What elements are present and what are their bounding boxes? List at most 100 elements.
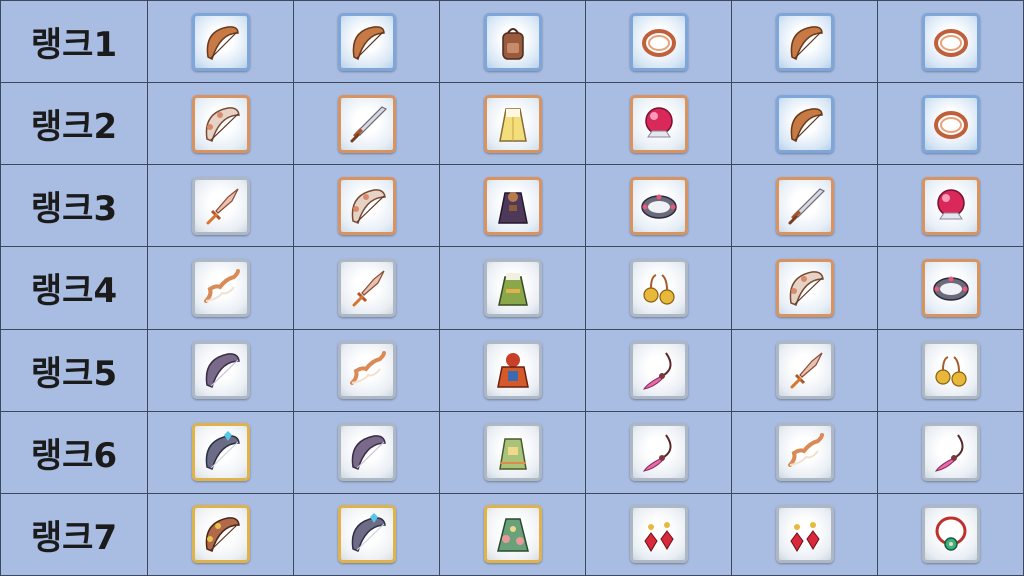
- equipment-slot[interactable]: [337, 423, 396, 482]
- equipment-cell: [878, 165, 1024, 248]
- equipment-slot[interactable]: [483, 423, 542, 482]
- equipment-cell: [294, 165, 440, 248]
- bracelet-icon: [928, 19, 974, 65]
- equipment-slot[interactable]: [483, 12, 542, 71]
- red-armor-icon: [490, 347, 536, 393]
- equipment-cell: [732, 1, 878, 84]
- equipment-cell: [878, 493, 1024, 576]
- equipment-slot[interactable]: [921, 341, 980, 400]
- equipment-slot[interactable]: [921, 505, 980, 564]
- rank-label-cell: 랭크7: [1, 493, 148, 576]
- equipment-cell: [732, 83, 878, 166]
- equipment-cell: [878, 247, 1024, 330]
- equipment-slot[interactable]: [921, 12, 980, 71]
- bow-icon: [344, 19, 390, 65]
- equipment-cell: [878, 83, 1024, 166]
- equipment-slot[interactable]: [629, 341, 688, 400]
- equipment-cell: [148, 83, 294, 166]
- bracelet-icon: [636, 19, 682, 65]
- rank-label: 랭크2: [30, 107, 118, 148]
- jeweled-bangle-icon: [636, 183, 682, 229]
- equipment-slot[interactable]: [337, 94, 396, 153]
- equipment-slot[interactable]: [921, 423, 980, 482]
- equipment-slot[interactable]: [629, 94, 688, 153]
- equipment-slot[interactable]: [483, 176, 542, 235]
- equipment-slot[interactable]: [483, 258, 542, 317]
- equipment-cell: [148, 329, 294, 412]
- rank-label: 랭크5: [30, 353, 118, 394]
- equipment-slot[interactable]: [337, 341, 396, 400]
- equipment-slot[interactable]: [921, 176, 980, 235]
- equipment-slot[interactable]: [629, 176, 688, 235]
- equipment-cell: [440, 329, 586, 412]
- equipment-slot[interactable]: [337, 258, 396, 317]
- equipment-cell: [440, 411, 586, 494]
- equipment-slot[interactable]: [775, 423, 834, 482]
- equipment-cell: [148, 1, 294, 84]
- equipment-slot[interactable]: [483, 505, 542, 564]
- rank-label-cell: 랭크3: [1, 165, 148, 248]
- equipment-cell: [586, 329, 732, 412]
- equipment-slot[interactable]: [775, 176, 834, 235]
- equipment-slot[interactable]: [483, 94, 542, 153]
- equipment-slot[interactable]: [629, 423, 688, 482]
- feather-pendant-icon: [636, 347, 682, 393]
- equipment-slot[interactable]: [191, 423, 250, 482]
- gold-earrings-icon: [928, 347, 974, 393]
- rank-label-cell: 랭크5: [1, 329, 148, 412]
- recurve-bow-icon: [198, 265, 244, 311]
- equipment-slot[interactable]: [483, 341, 542, 400]
- equipment-slot[interactable]: [191, 505, 250, 564]
- equipment-slot[interactable]: [629, 505, 688, 564]
- ornate-bow-icon: [782, 265, 828, 311]
- equipment-cell: [586, 493, 732, 576]
- feather-pendant-icon: [636, 429, 682, 475]
- rank-label-cell: 랭크4: [1, 247, 148, 330]
- equipment-slot[interactable]: [337, 12, 396, 71]
- equipment-cell: [732, 247, 878, 330]
- equipment-slot[interactable]: [629, 12, 688, 71]
- equipment-slot[interactable]: [775, 94, 834, 153]
- rank-label-cell: 랭크2: [1, 83, 148, 166]
- equipment-slot[interactable]: [191, 341, 250, 400]
- equipment-slot[interactable]: [337, 176, 396, 235]
- equipment-cell: [586, 411, 732, 494]
- dark-bow-icon: [198, 347, 244, 393]
- equipment-slot[interactable]: [921, 258, 980, 317]
- green-armor-icon: [490, 429, 536, 475]
- equipment-cell: [148, 493, 294, 576]
- equipment-slot[interactable]: [775, 12, 834, 71]
- dark-robe-icon: [490, 183, 536, 229]
- equipment-slot[interactable]: [629, 258, 688, 317]
- sword-icon: [344, 101, 390, 147]
- equipment-slot[interactable]: [191, 94, 250, 153]
- equipment-cell: [148, 411, 294, 494]
- equipment-cell: [732, 411, 878, 494]
- equipment-cell: [732, 165, 878, 248]
- recurve-bow-icon: [344, 347, 390, 393]
- equipment-slot[interactable]: [191, 12, 250, 71]
- ornate-bow-icon: [344, 183, 390, 229]
- equipment-cell: [148, 247, 294, 330]
- rank-label-cell: 랭크1: [1, 1, 148, 84]
- equipment-slot[interactable]: [191, 258, 250, 317]
- equipment-cell: [586, 247, 732, 330]
- equipment-slot[interactable]: [775, 505, 834, 564]
- equipment-slot[interactable]: [775, 258, 834, 317]
- equipment-slot[interactable]: [191, 176, 250, 235]
- rank-label-cell: 랭크6: [1, 411, 148, 494]
- equipment-cell: [148, 165, 294, 248]
- jade-necklace-icon: [928, 511, 974, 557]
- recurve-bow-icon: [782, 429, 828, 475]
- rank-label: 랭크4: [30, 271, 118, 312]
- bow-icon: [782, 101, 828, 147]
- equipment-slot[interactable]: [337, 505, 396, 564]
- equipment-slot[interactable]: [775, 341, 834, 400]
- equipment-cell: [440, 247, 586, 330]
- equipment-slot[interactable]: [921, 94, 980, 153]
- equipment-cell: [294, 329, 440, 412]
- bracelet-icon: [928, 101, 974, 147]
- equipment-cell: [878, 1, 1024, 84]
- rank-label: 랭크1: [30, 25, 118, 66]
- feather-pendant-icon: [928, 429, 974, 475]
